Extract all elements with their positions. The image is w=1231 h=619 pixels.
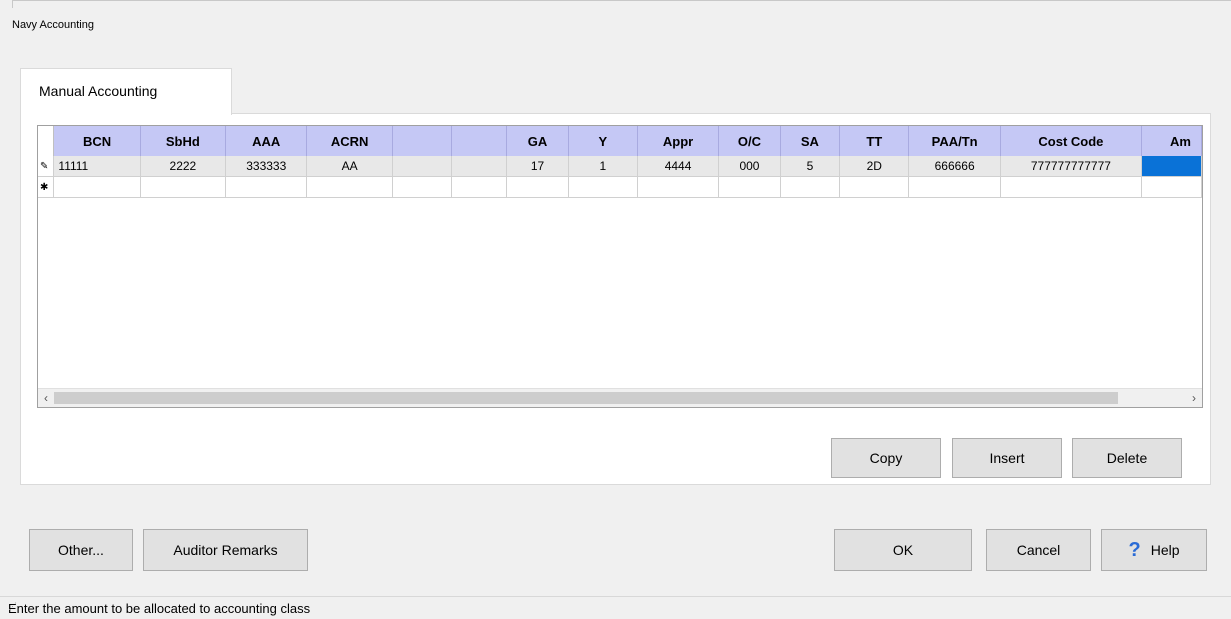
grid-cell[interactable]: AA: [306, 156, 393, 177]
column-header[interactable]: Cost Code: [1000, 126, 1142, 156]
column-header[interactable]: BCN: [53, 126, 141, 156]
grid-cell[interactable]: 777777777777: [1000, 156, 1142, 177]
column-header[interactable]: Appr: [637, 126, 720, 156]
grid-cell[interactable]: 666666: [908, 156, 1001, 177]
column-header[interactable]: O/C: [718, 126, 781, 156]
ok-label: OK: [892, 542, 914, 558]
grid-cell[interactable]: [637, 176, 720, 198]
resize-grip-icon[interactable]: ⋰: [8, 601, 18, 611]
status-text: Enter the amount to be allocated to acco…: [8, 601, 311, 616]
help-icon: ?: [1128, 538, 1141, 561]
column-header[interactable]: [451, 126, 508, 156]
tab-label: Manual Accounting: [39, 83, 158, 99]
grid-cell[interactable]: 5: [780, 156, 841, 177]
grid-cell[interactable]: [451, 176, 508, 198]
column-header[interactable]: SA: [780, 126, 841, 156]
new-row-marker-icon: ✱: [38, 176, 55, 198]
delete-label: Delete: [1106, 450, 1148, 466]
grid-cell[interactable]: 000: [718, 156, 781, 177]
insert-button[interactable]: Insert: [952, 438, 1062, 478]
grid-cell[interactable]: 2222: [140, 156, 227, 177]
grid-cell[interactable]: [451, 156, 508, 177]
other-label: Other...: [58, 542, 104, 558]
copy-label: Copy: [869, 450, 903, 466]
amount-cell-active[interactable]: [1141, 156, 1202, 177]
column-header[interactable]: SbHd: [140, 126, 227, 156]
scrollbar-thumb[interactable]: [54, 392, 1118, 404]
column-header[interactable]: TT: [839, 126, 910, 156]
grid-cell[interactable]: 2D: [839, 156, 910, 177]
grid-cell[interactable]: 1: [568, 156, 638, 177]
grid-cell[interactable]: [392, 156, 453, 177]
grid-cell[interactable]: [1141, 176, 1202, 198]
tab-manual-accounting[interactable]: Manual Accounting: [20, 68, 232, 115]
grid-cell[interactable]: [53, 176, 141, 198]
scroll-right-icon[interactable]: ›: [1187, 390, 1201, 406]
grid-cell[interactable]: [568, 176, 638, 198]
column-header[interactable]: ACRN: [306, 126, 393, 156]
grid-cell[interactable]: [908, 176, 1001, 198]
grid-cell[interactable]: [1000, 176, 1142, 198]
grid-cell[interactable]: 4444: [637, 156, 720, 177]
grid-cell[interactable]: 333333: [225, 156, 308, 177]
grid-cell[interactable]: [780, 176, 841, 198]
accounting-grid[interactable]: BCN SbHd AAA ACRN GA Y Appr O/C SA TT PA…: [37, 125, 1203, 408]
column-header[interactable]: AAA: [225, 126, 308, 156]
grid-cell[interactable]: 11111: [53, 156, 141, 177]
window-title: Navy Accounting: [12, 19, 94, 31]
column-header[interactable]: Am: [1141, 126, 1202, 156]
table-row[interactable]: ✎ 11111 2222 333333 AA 17 1 4444 000 5 2…: [38, 156, 1202, 177]
edit-row-marker-icon: ✎: [38, 156, 55, 177]
grid-cell[interactable]: 17: [506, 156, 569, 177]
copy-button[interactable]: Copy: [831, 438, 941, 478]
accounting-table: BCN SbHd AAA ACRN GA Y Appr O/C SA TT PA…: [38, 126, 1202, 198]
status-bar: Enter the amount to be allocated to acco…: [0, 596, 1231, 619]
other-button[interactable]: Other...: [29, 529, 133, 571]
column-header[interactable]: Y: [568, 126, 638, 156]
grid-cell[interactable]: [392, 176, 453, 198]
help-label: Help: [1150, 542, 1180, 558]
grid-cell[interactable]: [718, 176, 781, 198]
header-row: BCN SbHd AAA ACRN GA Y Appr O/C SA TT PA…: [38, 126, 1202, 156]
grid-cell[interactable]: [839, 176, 910, 198]
row-selector-header: [38, 126, 55, 156]
column-header[interactable]: PAA/Tn: [908, 126, 1001, 156]
window-top-edge: [0, 0, 1231, 8]
auditor-remarks-label: Auditor Remarks: [173, 542, 278, 558]
grid-cell[interactable]: [225, 176, 308, 198]
help-button[interactable]: ? Help: [1101, 529, 1207, 571]
grid-cell[interactable]: [306, 176, 393, 198]
horizontal-scrollbar[interactable]: ‹ ›: [38, 388, 1202, 407]
delete-button[interactable]: Delete: [1072, 438, 1182, 478]
grid-cell[interactable]: [506, 176, 569, 198]
column-header[interactable]: GA: [506, 126, 569, 156]
scroll-left-icon[interactable]: ‹: [39, 390, 53, 406]
table-row[interactable]: ✱: [38, 176, 1202, 198]
ok-button[interactable]: OK: [834, 529, 972, 571]
cancel-label: Cancel: [1016, 542, 1061, 558]
auditor-remarks-button[interactable]: Auditor Remarks: [143, 529, 308, 571]
cancel-button[interactable]: Cancel: [986, 529, 1091, 571]
grid-cell[interactable]: [140, 176, 227, 198]
column-header[interactable]: [392, 126, 453, 156]
insert-label: Insert: [989, 450, 1025, 466]
